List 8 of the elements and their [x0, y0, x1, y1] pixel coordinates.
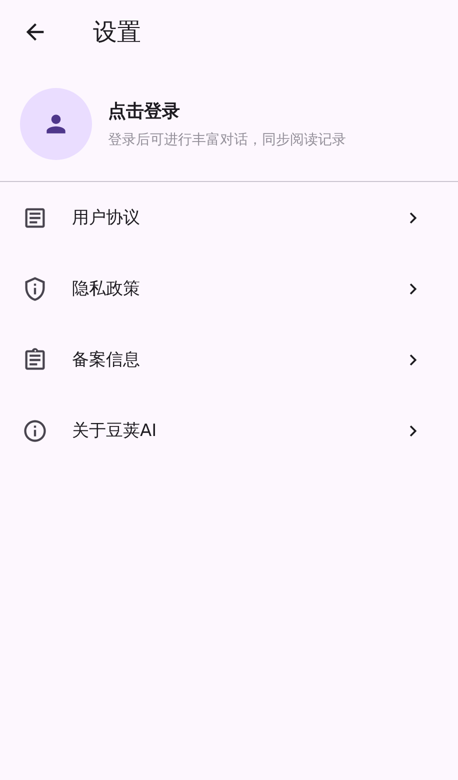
info-icon [22, 418, 48, 444]
page-title: 设置 [93, 17, 141, 48]
menu-item[interactable]: 备案信息 [0, 324, 458, 395]
login-subtitle: 登录后可进行丰富对话，同步阅读记录 [108, 131, 346, 149]
menu-item[interactable]: 关于豆荚AI [0, 395, 458, 466]
menu-item[interactable]: 用户协议 [0, 182, 458, 253]
login-title[interactable]: 点击登录 [108, 99, 346, 123]
menu-item[interactable]: 隐私政策 [0, 253, 458, 324]
